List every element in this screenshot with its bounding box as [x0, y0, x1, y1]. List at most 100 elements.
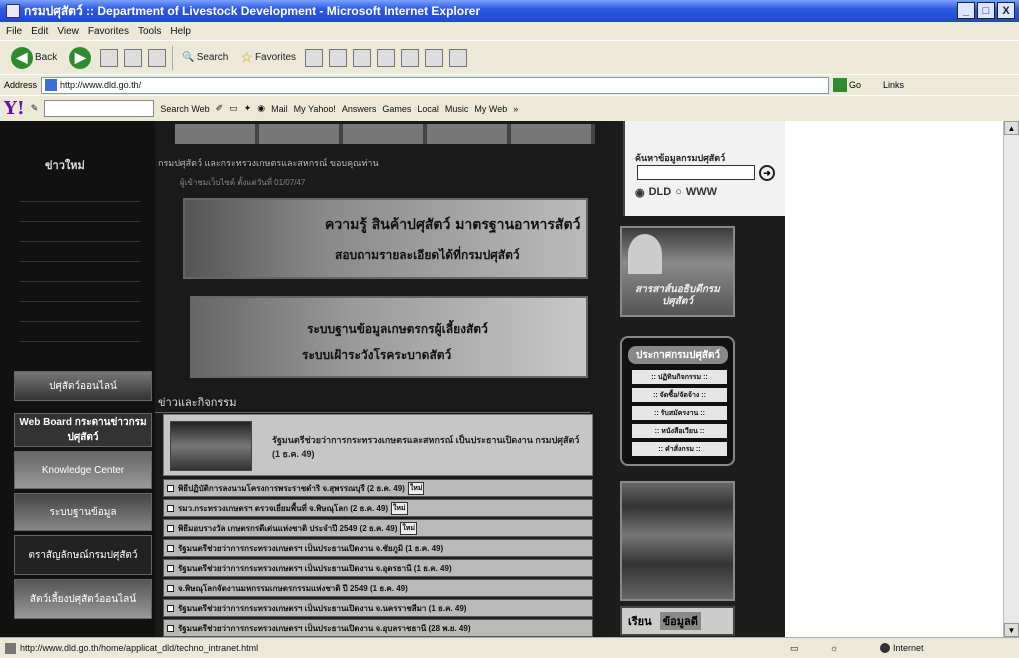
- mail-icon[interactable]: [329, 48, 348, 67]
- radio-dld-label: DLD: [648, 186, 672, 198]
- banner-database[interactable]: ระบบฐานข้อมูลเกษตรกรผู้เลี้ยงสัตว์ ระบบเ…: [190, 296, 588, 378]
- maximize-button[interactable]: □: [977, 2, 995, 19]
- yahoo-local[interactable]: Local: [417, 104, 439, 114]
- right-promo-banners[interactable]: [620, 481, 735, 601]
- yahoo-my-web[interactable]: My Web: [474, 104, 507, 114]
- left-button-emblem[interactable]: ตราสัญลักษณ์กรมปศุสัตว์: [14, 535, 152, 575]
- chevron-right-icon[interactable]: »: [513, 104, 518, 114]
- site-search-go-icon[interactable]: ➜: [759, 165, 775, 181]
- site-search-input[interactable]: [637, 165, 755, 180]
- yahoo-search-input[interactable]: [44, 100, 155, 117]
- featured-news[interactable]: รัฐมนตรีช่วยว่าการกระทรวงเกษตรและสหกรณ์ …: [163, 414, 593, 476]
- top-nav-tabs[interactable]: [175, 124, 595, 144]
- messenger-icon[interactable]: [449, 48, 468, 67]
- director-photo: [628, 234, 662, 274]
- back-button[interactable]: ◀ Back: [8, 45, 60, 71]
- featured-news-title: รัฐมนตรีช่วยว่าการกระทรวงเกษตรและสหกรณ์ …: [272, 435, 580, 459]
- refresh-icon[interactable]: [124, 48, 143, 67]
- yahoo-answers[interactable]: Answers: [342, 104, 377, 114]
- left-button-pets[interactable]: สัตว์เลี้ยงปศุสัตว์ออนไลน์: [14, 579, 152, 619]
- pencil-icon[interactable]: ✐: [216, 103, 224, 114]
- banner1-line2: สอบถามรายละเอียดได้ที่กรมปศุสัตว์: [335, 248, 520, 262]
- announcements-title: ประกาศกรมปศุสัตว์: [628, 346, 728, 364]
- back-arrow-icon: ◀: [11, 46, 33, 69]
- vertical-scrollbar[interactable]: ▲ ▼: [1003, 121, 1019, 637]
- new-badge: ใหม่: [407, 481, 425, 495]
- announcement-link-procurement[interactable]: :: จัดซื้อ/จัดจ้าง ::: [632, 388, 727, 402]
- internet-zone-icon: [880, 643, 890, 653]
- banner2-line1: ระบบฐานข้อมูลเกษตรกรผู้เลี้ยงสัตว์: [307, 322, 488, 336]
- minimize-button[interactable]: _: [957, 2, 975, 19]
- menu-favorites[interactable]: Favorites: [88, 26, 129, 37]
- stop-icon[interactable]: [100, 48, 119, 67]
- menu-edit[interactable]: Edit: [31, 26, 48, 37]
- search-web-button[interactable]: Search Web: [160, 104, 209, 114]
- yahoo-toolbar: Y! ✎ Search Web ✐ ▭ ✦ ◉ Mail My Yahoo! A…: [0, 95, 1019, 121]
- close-button[interactable]: X: [997, 2, 1015, 19]
- announcement-link-orders[interactable]: :: คำสั่งกรม ::: [632, 442, 727, 456]
- news-item[interactable]: รัฐมนตรีช่วยว่าการกระทรวงเกษตรฯ เป็นประธ…: [163, 599, 593, 617]
- yahoo-my-yahoo[interactable]: My Yahoo!: [294, 104, 336, 114]
- left-button-webboard[interactable]: Web Board กระดานข่าวกรมปศุสัตว์: [14, 413, 152, 447]
- page-icon: [45, 79, 58, 91]
- search-label: Search: [196, 52, 229, 63]
- yahoo-logo[interactable]: Y!: [4, 98, 25, 119]
- right-bottom-box[interactable]: เรียน ข้อมูลดี: [620, 606, 735, 636]
- menu-help[interactable]: Help: [170, 26, 191, 37]
- edit-icon[interactable]: [377, 48, 396, 67]
- menu-view[interactable]: View: [57, 26, 79, 37]
- announcement-link-jobs[interactable]: :: รับสมัครงาน ::: [632, 406, 727, 420]
- window-icon[interactable]: ▭: [229, 103, 238, 114]
- right-bottom-label-1: เรียน: [628, 616, 652, 628]
- ie-icon: [6, 4, 20, 18]
- news-item[interactable]: รัฐมนตรีช่วยว่าการกระทรวงเกษตรฯ เป็นประธ…: [163, 619, 593, 637]
- radio-dld-icon[interactable]: ◉: [635, 186, 645, 199]
- antivirus-icon[interactable]: ✦: [244, 103, 252, 114]
- go-button[interactable]: Go: [833, 78, 861, 92]
- news-item[interactable]: รมว.กระทรวงเกษตรฯ ตรวจเยี่ยมพื้นที่ จ.พิ…: [163, 499, 593, 517]
- scroll-down-icon[interactable]: ▼: [1004, 623, 1019, 637]
- address-bar: Address http://www.dld.go.th/ Go Links: [0, 74, 1019, 95]
- research-icon[interactable]: [425, 48, 444, 67]
- news-item[interactable]: พิธีมอบรางวัล เกษตรกรดีเด่นแห่งชาติ ประจ…: [163, 519, 593, 537]
- favorites-button[interactable]: ☆ Favorites: [237, 45, 299, 71]
- status-bar: http://www.dld.go.th/home/applicat_dld/t…: [0, 637, 1019, 658]
- history-icon[interactable]: [305, 48, 324, 67]
- radio-www-icon[interactable]: ○: [675, 186, 682, 199]
- news-item[interactable]: จ.พิษณุโลกจัดงานมหกรรมเกษตรกรรมแห่งชาติ …: [163, 579, 593, 597]
- right-bottom-label-2: ข้อมูลดี: [659, 612, 701, 630]
- news-list: พิธีปฏิบัติการลงนามโครงการพระราชดำริ จ.ส…: [163, 479, 593, 637]
- status-privacy-icon: ☼: [830, 643, 839, 653]
- window-title: กรมปศุสัตว์ :: Department of Livestock D…: [24, 3, 481, 18]
- menu-tools[interactable]: Tools: [138, 26, 161, 37]
- left-button-online[interactable]: ปศุสัตว์ออนไลน์: [14, 371, 152, 401]
- news-header: ข่าวและกิจกรรม: [155, 391, 590, 413]
- star-icon: ☆: [240, 49, 253, 65]
- yahoo-mail[interactable]: Mail: [271, 104, 288, 114]
- discuss-icon[interactable]: [401, 48, 420, 67]
- news-item[interactable]: รัฐมนตรีช่วยว่าการกระทรวงเกษตรฯ เป็นประธ…: [163, 539, 593, 557]
- new-badge: ใหม่: [400, 521, 418, 535]
- yahoo-music[interactable]: Music: [445, 104, 469, 114]
- scroll-up-icon[interactable]: ▲: [1004, 121, 1019, 135]
- home-icon[interactable]: [148, 48, 167, 67]
- announcement-link-circulars[interactable]: :: หนังสือเวียน ::: [632, 424, 727, 438]
- menu-file[interactable]: File: [6, 26, 22, 37]
- spyware-icon[interactable]: ◉: [257, 103, 265, 114]
- radio-www-label: WWW: [685, 186, 718, 198]
- news-item[interactable]: รัฐมนตรีช่วยว่าการกระทรวงเกษตรฯ เป็นประธ…: [163, 559, 593, 577]
- address-input[interactable]: http://www.dld.go.th/: [41, 76, 830, 94]
- yahoo-games[interactable]: Games: [382, 104, 411, 114]
- left-button-knowledge[interactable]: Knowledge Center: [14, 451, 152, 489]
- banner-standards[interactable]: ความรู้ สินค้าปศุสัตว์ มาตรฐานอาหารสัตว์…: [183, 198, 588, 279]
- announcement-link-calendar[interactable]: :: ปฏิทินกิจกรรม ::: [632, 370, 727, 384]
- director-message-box[interactable]: สารสาส์นอธิบดีกรมปศุสัตว์: [620, 226, 735, 317]
- news-item[interactable]: พิธีปฏิบัติการลงนามโครงการพระราชดำริ จ.ส…: [163, 479, 593, 497]
- yahoo-edit-icon[interactable]: ✎: [31, 103, 39, 114]
- site-search-panel: ค้นหาข้อมูลกรมปศุสัตว์ ➜ ◉ DLD ○ WWW: [623, 121, 785, 216]
- forward-button[interactable]: ▶: [66, 45, 94, 71]
- search-button[interactable]: 🔍 Search: [179, 45, 231, 71]
- left-button-database[interactable]: ระบบฐานข้อมูล: [14, 493, 152, 531]
- links-button[interactable]: Links: [883, 80, 904, 90]
- print-icon[interactable]: [353, 48, 372, 67]
